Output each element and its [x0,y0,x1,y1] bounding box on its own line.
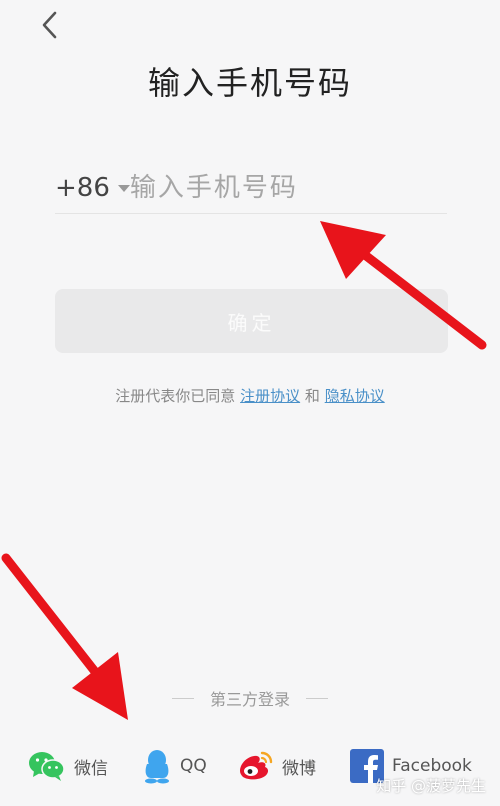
phone-input-row: +86 [55,163,454,214]
terms-link[interactable]: 注册协议 [240,387,300,405]
chevron-left-icon [42,11,57,39]
qq-label: QQ [180,756,207,776]
weibo-icon [240,751,273,780]
watermark: 知乎 @菠萝先生 [376,777,486,795]
confirm-button[interactable]: 确定 [55,289,448,353]
country-code-label: +86 [55,173,110,203]
caret-down-icon [117,184,130,192]
third-party-login-title: 第三方登录 [0,686,500,710]
country-code-selector[interactable]: +86 [55,173,130,203]
privacy-link[interactable]: 隐私协议 [325,387,385,405]
divider-right [306,697,328,699]
wechat-label: 微信 [74,758,108,779]
qq-login-button[interactable]: QQ [142,742,207,790]
phone-number-input[interactable] [129,173,454,203]
weibo-label: 微博 [282,758,316,779]
agreement-prefix: 注册代表你已同意 [115,387,236,405]
agreement-conjunction: 和 [304,387,320,405]
wechat-icon [29,752,65,781]
agreement-text: 注册代表你已同意 注册协议 和 隐私协议 [0,385,500,406]
facebook-label: Facebook [392,756,472,776]
weibo-login-button[interactable]: 微博 [236,742,316,790]
qq-icon [145,750,169,784]
third-party-title-label: 第三方登录 [209,690,290,709]
divider-left [171,697,194,699]
back-button[interactable] [34,8,64,42]
wechat-login-button[interactable]: 微信 [28,742,108,790]
page-title: 输入手机号码 [147,64,352,102]
